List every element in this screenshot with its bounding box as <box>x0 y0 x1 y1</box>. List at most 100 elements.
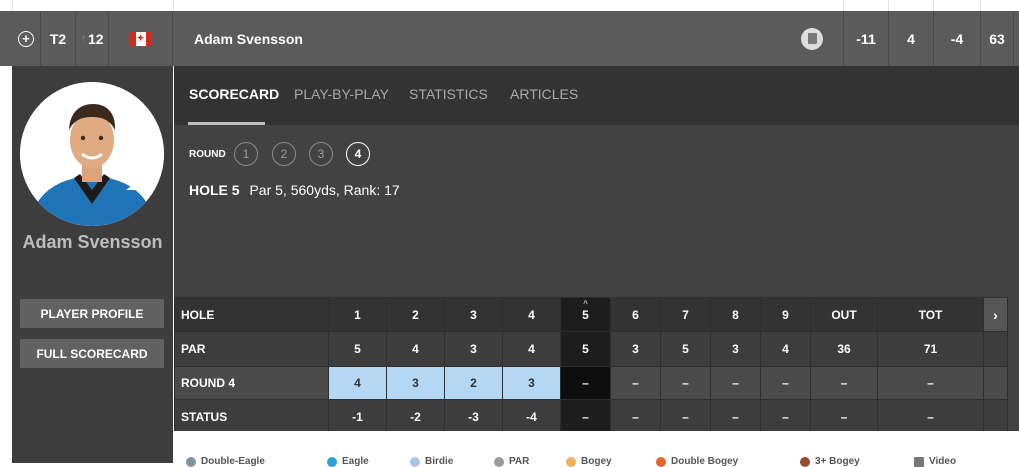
legend-label: Double-Eagle <box>201 456 265 467</box>
empty-cell <box>983 366 1008 400</box>
round-2-button[interactable]: 2 <box>272 142 296 166</box>
round-label: ROUND <box>189 149 226 160</box>
par-cell: 4 <box>386 331 445 367</box>
legend-item: Birdie <box>410 456 453 467</box>
player-name-heading: Adam Svensson <box>22 232 163 252</box>
legend-item: Double Bogey <box>656 456 738 467</box>
movement: ↑ 12 <box>76 11 108 66</box>
status-row: STATUS -1 -2 -3 -4 – – – – – – – <box>174 399 1008 434</box>
top-divider <box>888 0 889 11</box>
to-par: -11 <box>856 30 876 47</box>
movement-value: 12 <box>87 30 104 47</box>
score-cell: – <box>610 366 661 400</box>
row-label: PAR <box>174 331 329 367</box>
status-out-cell: – <box>810 399 878 434</box>
hole-cell[interactable]: 3 <box>444 297 503 332</box>
legend-item: Video <box>914 456 956 467</box>
row-label: HOLE <box>174 297 329 332</box>
tab-articles[interactable]: ARTICLES <box>510 86 578 102</box>
hole-info: HOLE 5 Par 5, 560yds, Rank: 17 <box>189 182 400 198</box>
hole-number: 5 <box>582 307 589 322</box>
par-cell: 4 <box>502 331 561 367</box>
par-tot-cell: 71 <box>877 331 984 367</box>
legend-dot-icon <box>494 456 504 467</box>
status-cell: – <box>710 399 761 434</box>
status-cell: -3 <box>444 399 503 434</box>
score-cell-birdie: 2 <box>444 366 503 400</box>
score-cell-birdie: 4 <box>328 366 387 400</box>
tab-play-by-play[interactable]: PLAY-BY-PLAY <box>294 86 389 102</box>
score-cell-current: – <box>560 366 611 400</box>
legend-item: PAR <box>494 456 529 467</box>
par-cell: 5 <box>328 331 387 367</box>
status-tot-cell: – <box>877 399 984 434</box>
hole-cell[interactable]: 6 <box>610 297 661 332</box>
legend-item: Eagle <box>327 456 369 467</box>
legend-label: PAR <box>509 456 530 467</box>
top-divider <box>843 0 844 11</box>
legend-item: 3+ Bogey <box>800 456 860 467</box>
player-side-panel: Adam Svensson PLAYER PROFILE FULL SCOREC… <box>12 66 173 463</box>
hole-cell[interactable]: 9 <box>760 297 811 332</box>
legend-label: Bogey <box>581 456 612 467</box>
hole-cell[interactable]: 4 <box>502 297 561 332</box>
player-avatar <box>20 82 164 226</box>
player-name[interactable]: Adam Svensson <box>194 11 394 66</box>
caret-up-icon: ^ <box>583 299 588 308</box>
hole-cell-current[interactable]: ^ 5 <box>560 297 611 332</box>
round-1-button[interactable]: 1 <box>234 142 258 166</box>
status-cell: -4 <box>502 399 561 434</box>
legend-item: Bogey <box>566 456 612 467</box>
arrow-up-icon: ↑ <box>80 32 86 45</box>
score-cell-birdie: 3 <box>386 366 445 400</box>
hole-row: HOLE 1 2 3 4 ^ 5 6 7 8 9 OUT TOT › <box>174 297 1008 332</box>
par-cell-current: 5 <box>560 331 611 367</box>
column-divider <box>1013 11 1014 66</box>
full-scorecard-button[interactable]: FULL SCORECARD <box>20 339 164 368</box>
player-profile-button[interactable]: PLAYER PROFILE <box>20 299 164 328</box>
par-cell: 5 <box>660 331 711 367</box>
empty-cell <box>983 331 1008 367</box>
top-divider <box>12 0 13 11</box>
hole-cell[interactable]: 8 <box>710 297 761 332</box>
hole-cell[interactable]: 2 <box>386 297 445 332</box>
legend-label: Birdie <box>425 456 454 467</box>
legend-label: Eagle <box>342 456 369 467</box>
legend-dot-icon <box>566 456 576 467</box>
score-cell: – <box>660 366 711 400</box>
par-cell: 3 <box>610 331 661 367</box>
legend-label: Double Bogey <box>671 456 739 467</box>
next-holes-button[interactable]: › <box>983 297 1008 332</box>
expand-button[interactable]: + <box>12 11 40 66</box>
status-cell: -1 <box>328 399 387 434</box>
status-cell: – <box>610 399 661 434</box>
hole-cell[interactable]: 1 <box>328 297 387 332</box>
chevron-right-icon: › <box>993 306 998 323</box>
scorecard-table: HOLE 1 2 3 4 ^ 5 6 7 8 9 OUT TOT › PAR 5… <box>174 297 1008 434</box>
hole-cell[interactable]: 7 <box>660 297 711 332</box>
video-button[interactable] <box>800 11 824 66</box>
legend-dot-icon <box>410 456 420 467</box>
status-cell: – <box>760 399 811 434</box>
top-divider <box>980 0 981 11</box>
par-cell: 3 <box>710 331 761 367</box>
status-cell: -2 <box>386 399 445 434</box>
score-cell: – <box>760 366 811 400</box>
score-cell: – <box>710 366 761 400</box>
score-legend: Double-Eagle Eagle Birdie PAR Bogey Doub… <box>174 431 1019 467</box>
tab-scorecard[interactable]: SCORECARD <box>189 86 279 102</box>
canada-flag-icon: ✦ <box>129 31 152 46</box>
legend-label: Video <box>929 456 957 467</box>
leaderboard-player-row[interactable]: + T2 ↑ 12 ✦ Adam Svensson -11 4 -4 63 <box>0 11 1019 66</box>
round-4-button[interactable]: 4 <box>346 142 370 166</box>
par-row: PAR 5 4 3 4 5 3 5 3 4 36 71 <box>174 331 1008 367</box>
round-3-button[interactable]: 3 <box>309 142 333 166</box>
status-cell-current: – <box>560 399 611 434</box>
thru: 4 <box>907 30 915 47</box>
par-cell: 3 <box>444 331 503 367</box>
top-divider <box>933 0 934 11</box>
tab-statistics[interactable]: STATISTICS <box>409 86 488 102</box>
legend-dot-icon <box>800 456 810 467</box>
legend-dot-icon <box>186 456 196 467</box>
hole-number: HOLE 5 <box>189 182 240 198</box>
